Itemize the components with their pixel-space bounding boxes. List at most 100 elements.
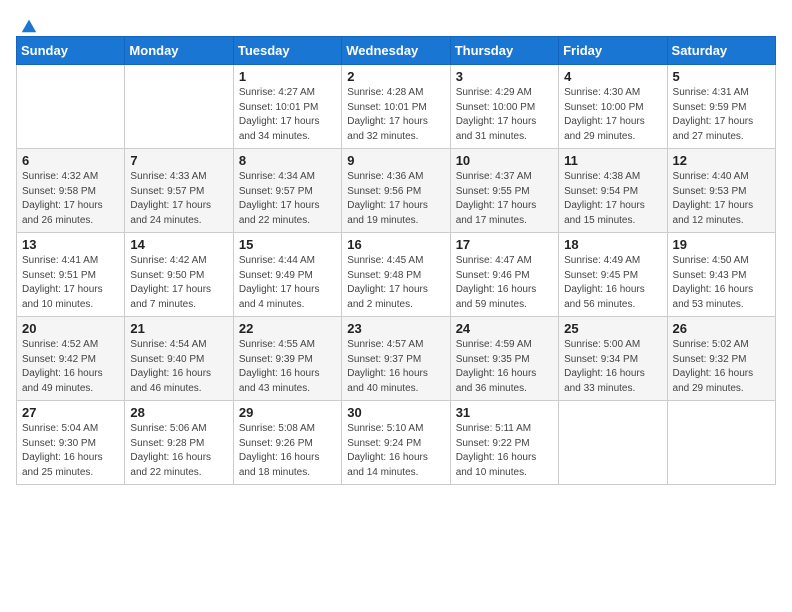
day-info: Sunrise: 4:42 AM Sunset: 9:50 PM Dayligh…: [130, 254, 227, 312]
calendar-cell: 3 Sunrise: 4:29 AM Sunset: 10:00 PM Dayli…: [450, 65, 558, 149]
weekday-header: Saturday: [667, 37, 775, 65]
calendar-cell: 8 Sunrise: 4:34 AM Sunset: 9:57 PM Daylig…: [233, 149, 341, 233]
day-info: Sunrise: 4:59 AM Sunset: 9:35 PM Dayligh…: [456, 338, 553, 396]
logo: [16, 16, 38, 28]
day-info: Sunrise: 4:45 AM Sunset: 9:48 PM Dayligh…: [347, 254, 444, 312]
day-info: Sunrise: 4:41 AM Sunset: 9:51 PM Dayligh…: [22, 254, 119, 312]
day-number: 14: [130, 237, 227, 252]
day-info: Sunrise: 5:02 AM Sunset: 9:32 PM Dayligh…: [673, 338, 770, 396]
day-number: 30: [347, 405, 444, 420]
weekday-header: Wednesday: [342, 37, 450, 65]
day-number: 8: [239, 153, 336, 168]
calendar-cell: 22 Sunrise: 4:55 AM Sunset: 9:39 PM Dayli…: [233, 317, 341, 401]
day-number: 11: [564, 153, 661, 168]
day-info: Sunrise: 4:28 AM Sunset: 10:01 PM Daylig…: [347, 86, 444, 144]
day-number: 4: [564, 69, 661, 84]
day-number: 2: [347, 69, 444, 84]
day-number: 5: [673, 69, 770, 84]
day-number: 18: [564, 237, 661, 252]
calendar-cell: 9 Sunrise: 4:36 AM Sunset: 9:56 PM Daylig…: [342, 149, 450, 233]
weekday-header: Tuesday: [233, 37, 341, 65]
calendar-cell: 27Sunrise: 5:04 AM Sunset: 9:30 PM Dayli…: [17, 401, 125, 485]
day-number: 20: [22, 321, 119, 336]
day-info: Sunrise: 4:32 AM Sunset: 9:58 PM Dayligh…: [22, 170, 119, 228]
weekday-header: Sunday: [17, 37, 125, 65]
calendar-header-row: SundayMondayTuesdayWednesdayThursdayFrid…: [17, 37, 776, 65]
day-info: Sunrise: 5:06 AM Sunset: 9:28 PM Dayligh…: [130, 422, 227, 480]
calendar-cell: 30 Sunrise: 5:10 AM Sunset: 9:24 PM Dayli…: [342, 401, 450, 485]
calendar-cell: 21 Sunrise: 4:54 AM Sunset: 9:40 PM Dayli…: [125, 317, 233, 401]
calendar-cell: [559, 401, 667, 485]
day-info: Sunrise: 4:54 AM Sunset: 9:40 PM Dayligh…: [130, 338, 227, 396]
day-info: Sunrise: 4:37 AM Sunset: 9:55 PM Dayligh…: [456, 170, 553, 228]
calendar-cell: 28 Sunrise: 5:06 AM Sunset: 9:28 PM Dayli…: [125, 401, 233, 485]
day-info: Sunrise: 4:50 AM Sunset: 9:43 PM Dayligh…: [673, 254, 770, 312]
day-number: 9: [347, 153, 444, 168]
weekday-header: Monday: [125, 37, 233, 65]
day-info: Sunrise: 4:29 AM Sunset: 10:00 PM Daylig…: [456, 86, 553, 144]
calendar-cell: 31 Sunrise: 5:11 AM Sunset: 9:22 PM Dayli…: [450, 401, 558, 485]
day-number: 10: [456, 153, 553, 168]
calendar-cell: 12Sunrise: 4:40 AM Sunset: 9:53 PM Dayli…: [667, 149, 775, 233]
day-info: Sunrise: 5:00 AM Sunset: 9:34 PM Dayligh…: [564, 338, 661, 396]
calendar-cell: 4 Sunrise: 4:30 AM Sunset: 10:00 PM Dayli…: [559, 65, 667, 149]
calendar-cell: 16 Sunrise: 4:45 AM Sunset: 9:48 PM Dayli…: [342, 233, 450, 317]
day-info: Sunrise: 5:04 AM Sunset: 9:30 PM Dayligh…: [22, 422, 119, 480]
day-number: 26: [673, 321, 770, 336]
day-info: Sunrise: 4:27 AM Sunset: 10:01 PM Daylig…: [239, 86, 336, 144]
day-info: Sunrise: 4:33 AM Sunset: 9:57 PM Dayligh…: [130, 170, 227, 228]
day-info: Sunrise: 5:11 AM Sunset: 9:22 PM Dayligh…: [456, 422, 553, 480]
calendar-cell: [125, 65, 233, 149]
weekday-header: Thursday: [450, 37, 558, 65]
day-info: Sunrise: 4:55 AM Sunset: 9:39 PM Dayligh…: [239, 338, 336, 396]
day-number: 15: [239, 237, 336, 252]
calendar-cell: 15 Sunrise: 4:44 AM Sunset: 9:49 PM Dayli…: [233, 233, 341, 317]
day-number: 23: [347, 321, 444, 336]
day-number: 16: [347, 237, 444, 252]
calendar-cell: 24 Sunrise: 4:59 AM Sunset: 9:35 PM Dayli…: [450, 317, 558, 401]
day-number: 29: [239, 405, 336, 420]
day-info: Sunrise: 4:30 AM Sunset: 10:00 PM Daylig…: [564, 86, 661, 144]
day-info: Sunrise: 4:40 AM Sunset: 9:53 PM Dayligh…: [673, 170, 770, 228]
calendar-table: SundayMondayTuesdayWednesdayThursdayFrid…: [16, 36, 776, 485]
calendar-cell: 6 Sunrise: 4:32 AM Sunset: 9:58 PM Daylig…: [17, 149, 125, 233]
day-number: 7: [130, 153, 227, 168]
calendar-cell: 2 Sunrise: 4:28 AM Sunset: 10:01 PM Dayli…: [342, 65, 450, 149]
calendar-cell: 17 Sunrise: 4:47 AM Sunset: 9:46 PM Dayli…: [450, 233, 558, 317]
weekday-header: Friday: [559, 37, 667, 65]
day-info: Sunrise: 5:10 AM Sunset: 9:24 PM Dayligh…: [347, 422, 444, 480]
day-number: 21: [130, 321, 227, 336]
calendar-cell: 29Sunrise: 5:08 AM Sunset: 9:26 PM Dayli…: [233, 401, 341, 485]
day-number: 6: [22, 153, 119, 168]
day-number: 19: [673, 237, 770, 252]
day-number: 3: [456, 69, 553, 84]
calendar-cell: 7 Sunrise: 4:33 AM Sunset: 9:57 PM Daylig…: [125, 149, 233, 233]
day-number: 22: [239, 321, 336, 336]
day-info: Sunrise: 4:49 AM Sunset: 9:45 PM Dayligh…: [564, 254, 661, 312]
day-number: 25: [564, 321, 661, 336]
page-header: [16, 16, 776, 28]
calendar-cell: 11 Sunrise: 4:38 AM Sunset: 9:54 PM Dayli…: [559, 149, 667, 233]
day-info: Sunrise: 4:34 AM Sunset: 9:57 PM Dayligh…: [239, 170, 336, 228]
calendar-cell: 10 Sunrise: 4:37 AM Sunset: 9:55 PM Dayli…: [450, 149, 558, 233]
day-number: 28: [130, 405, 227, 420]
day-info: Sunrise: 4:47 AM Sunset: 9:46 PM Dayligh…: [456, 254, 553, 312]
calendar-cell: 1 Sunrise: 4:27 AM Sunset: 10:01 PM Dayli…: [233, 65, 341, 149]
calendar-cell: 5 Sunrise: 4:31 AM Sunset: 9:59 PM Daylig…: [667, 65, 775, 149]
day-info: Sunrise: 4:31 AM Sunset: 9:59 PM Dayligh…: [673, 86, 770, 144]
calendar-cell: 18 Sunrise: 4:49 AM Sunset: 9:45 PM Dayli…: [559, 233, 667, 317]
day-number: 13: [22, 237, 119, 252]
calendar-cell: [667, 401, 775, 485]
day-number: 17: [456, 237, 553, 252]
calendar-cell: 13 Sunrise: 4:41 AM Sunset: 9:51 PM Dayli…: [17, 233, 125, 317]
day-number: 24: [456, 321, 553, 336]
day-number: 1: [239, 69, 336, 84]
logo-triangle-icon: [20, 16, 38, 34]
day-info: Sunrise: 4:36 AM Sunset: 9:56 PM Dayligh…: [347, 170, 444, 228]
calendar-week-row: 1 Sunrise: 4:27 AM Sunset: 10:01 PM Dayli…: [17, 65, 776, 149]
calendar-week-row: 13 Sunrise: 4:41 AM Sunset: 9:51 PM Dayli…: [17, 233, 776, 317]
day-number: 31: [456, 405, 553, 420]
day-info: Sunrise: 4:44 AM Sunset: 9:49 PM Dayligh…: [239, 254, 336, 312]
day-info: Sunrise: 4:38 AM Sunset: 9:54 PM Dayligh…: [564, 170, 661, 228]
day-info: Sunrise: 4:52 AM Sunset: 9:42 PM Dayligh…: [22, 338, 119, 396]
